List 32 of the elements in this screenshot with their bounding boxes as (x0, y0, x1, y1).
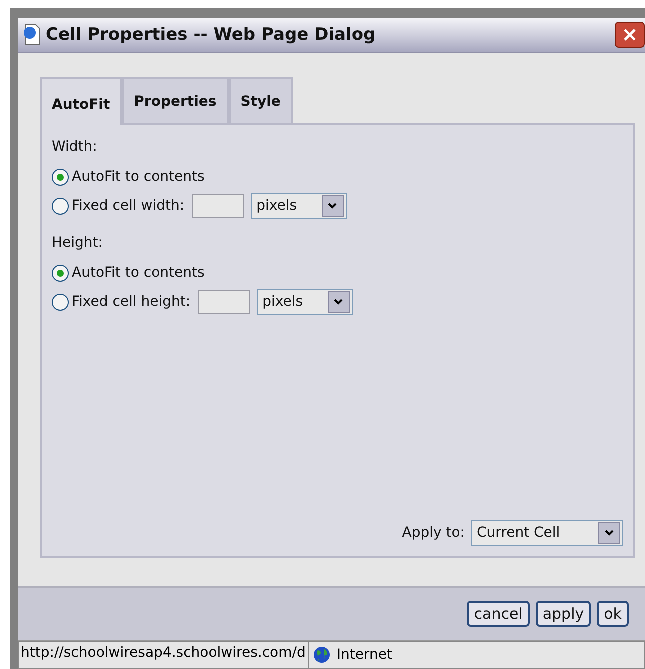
dialog-button[interactable]: cancel (467, 601, 530, 627)
radio-button[interactable] (52, 168, 69, 186)
close-icon (622, 27, 638, 43)
tab[interactable]: AutoFit (40, 77, 122, 125)
apply-to-dropdown[interactable]: Current Cell (471, 520, 623, 546)
chevron-down-icon (334, 299, 344, 305)
radio-button[interactable] (52, 198, 69, 214)
dialog-button[interactable]: ok (597, 601, 629, 627)
input-field[interactable] (192, 194, 244, 218)
option-label[interactable]: AutoFit to contents (72, 169, 205, 185)
radio-button[interactable] (52, 294, 69, 310)
status-url: http://schoolwiresap4.schoolwires.com/d (18, 641, 309, 669)
apply-to-label: Apply to: (402, 525, 465, 541)
unit-dropdown[interactable]: pixels (256, 289, 353, 315)
input-field[interactable] (198, 290, 250, 314)
option-label[interactable]: Fixed cell width: (72, 198, 185, 214)
tab[interactable]: Properties (122, 77, 229, 123)
window-title: Cell Properties -- Web Page Dialog (46, 25, 377, 45)
globe-icon (312, 646, 331, 664)
radio-button[interactable] (52, 264, 69, 282)
option-label[interactable]: Fixed cell height: (72, 294, 191, 310)
chevron-down-icon (604, 530, 614, 536)
chevron-down-icon (328, 203, 338, 209)
page-icon (22, 24, 42, 46)
section-label: Width: (52, 139, 98, 155)
close-button[interactable] (615, 22, 645, 48)
zone-label: Internet (336, 647, 392, 663)
dialog-button[interactable]: apply (536, 601, 592, 627)
tab[interactable]: Style (228, 77, 293, 123)
option-label[interactable]: AutoFit to contents (72, 265, 205, 281)
unit-dropdown[interactable]: pixels (250, 193, 347, 219)
section-label: Height: (52, 235, 104, 251)
